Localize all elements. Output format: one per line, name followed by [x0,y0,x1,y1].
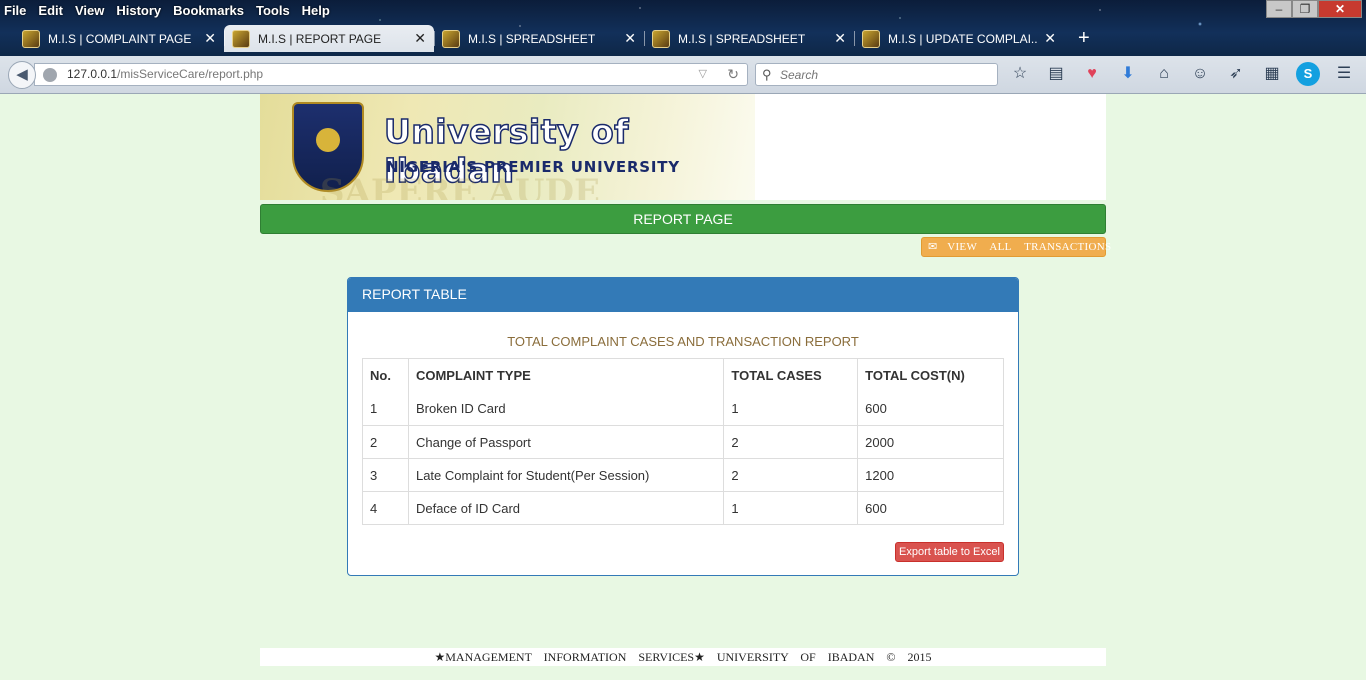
tab-title: M.I.S | SPREADSHEET [468,31,596,46]
home-icon[interactable]: ⌂ [1152,62,1176,86]
menu-bar: File Edit View History Bookmarks Tools H… [4,2,330,20]
tab-spreadsheet[interactable]: M.I.S | SPREADSHEET ✕ [434,25,644,52]
back-arrow-icon: ◀ [16,66,28,83]
minimize-button[interactable]: – [1266,0,1292,18]
menu-help[interactable]: Help [302,2,330,20]
table-row: 3 Late Complaint for Student(Per Session… [362,458,1004,492]
page-footer: ★MANAGEMENT INFORMATION SERVICES★ UNIVER… [260,648,1106,666]
menu-tools[interactable]: Tools [256,2,290,20]
close-tab-icon[interactable]: ✕ [204,30,216,47]
menu-history[interactable]: History [116,2,161,20]
table-cell: 1 [362,392,409,426]
new-tab-button[interactable]: + [1078,25,1090,52]
close-tab-icon[interactable]: ✕ [414,30,426,47]
table-cell: 1 [723,491,859,525]
history-dropdown-icon[interactable]: ▽ [699,67,707,80]
table-cell: 2000 [857,425,1004,459]
browser-chrome: File Edit View History Bookmarks Tools H… [0,0,1366,94]
restore-button[interactable]: ❐ [1292,0,1318,18]
close-tab-icon[interactable]: ✕ [624,30,636,47]
reload-icon[interactable]: ↻ [727,66,739,83]
table-cell: Deface of ID Card [407,491,725,525]
page-content: University of Ibadan NIGERIA'S PREMIER U… [0,94,1366,680]
table-cell: 2 [723,458,859,492]
tab-strip: M.I.S | COMPLAINT PAGE ✕ M.I.S | REPORT … [14,25,1090,52]
menu-bookmarks[interactable]: Bookmarks [173,2,244,20]
site-banner: University of Ibadan NIGERIA'S PREMIER U… [260,94,1106,200]
tab-title: M.I.S | COMPLAINT PAGE [48,31,192,46]
ui-crest-favicon-icon [22,29,40,48]
table-cell: Broken ID Card [407,392,725,426]
download-icon[interactable]: ⬇ [1116,62,1140,86]
navigation-toolbar: 127.0.0.1/misServiceCare/report.php ▽ ↻ … [0,56,1366,94]
view-all-label: VIEW ALL TRANSACTIONS [947,241,1112,253]
site-identity-icon[interactable] [43,68,57,82]
table-row: 4 Deface of ID Card 1 600 [362,491,1004,525]
table-header-row: No. COMPLAINT TYPE TOTAL CASES TOTAL COS… [362,358,1004,393]
close-tab-icon[interactable]: ✕ [1044,30,1056,47]
table-caption: TOTAL COMPLAINT CASES AND TRANSACTION RE… [507,334,859,349]
table-row: 1 Broken ID Card 1 600 [362,392,1004,426]
column-header: TOTAL COST(N) [857,358,1004,393]
tab-spreadsheet-2[interactable]: M.I.S | SPREADSHEET ✕ [644,25,854,52]
view-all-transactions-button[interactable]: ✉ VIEW ALL TRANSACTIONS [921,237,1111,257]
table-cell: 2 [723,425,859,459]
pocket-icon[interactable]: ♥ [1080,62,1104,86]
url-path: /misServiceCare/report.php [117,67,264,81]
skype-icon[interactable]: S [1296,62,1320,86]
table-cell: 3 [362,458,409,492]
tab-title: M.I.S | UPDATE COMPLAI... [888,31,1039,46]
banner-image: University of Ibadan NIGERIA'S PREMIER U… [260,94,755,200]
search-icon: ⚲ [762,67,772,82]
page-title: REPORT PAGE [260,204,1106,234]
window-controls: – ❐ ✕ [1266,0,1362,18]
grid-icon[interactable]: ▦ [1260,62,1284,86]
tab-report-page[interactable]: M.I.S | REPORT PAGE ✕ [224,25,434,52]
table-row: 2 Change of Passport 2 2000 [362,425,1004,459]
tab-title: M.I.S | SPREADSHEET [678,31,806,46]
tab-update-complaint[interactable]: M.I.S | UPDATE COMPLAI... ✕ [854,25,1064,52]
ui-crest-favicon-icon [652,29,670,48]
table-cell: 2 [362,425,409,459]
panel-title: REPORT TABLE [348,278,1018,312]
bookmark-star-icon[interactable]: ☆ [1008,62,1032,86]
reading-list-icon[interactable]: ▤ [1044,62,1068,86]
search-bar[interactable]: ⚲ [755,63,998,86]
ui-crest-favicon-icon [862,29,880,48]
column-header: COMPLAINT TYPE [407,358,725,393]
table-cell: 4 [362,491,409,525]
table-cell: 600 [857,392,1004,426]
close-window-button[interactable]: ✕ [1318,0,1362,18]
close-tab-icon[interactable]: ✕ [834,30,846,47]
back-button[interactable]: ◀ [8,61,36,89]
column-header: TOTAL CASES [723,358,859,393]
table-cell: Change of Passport [407,425,725,459]
ui-crest-favicon-icon [232,29,250,48]
envelope-icon: ✉ [928,241,938,253]
column-header: No. [362,358,409,393]
search-input[interactable] [780,66,980,84]
menu-edit[interactable]: Edit [38,2,63,20]
table-cell: 1 [723,392,859,426]
report-table: No. COMPLAINT TYPE TOTAL CASES TOTAL COS… [362,358,1004,525]
table-cell: Late Complaint for Student(Per Session) [407,458,725,492]
toolbar-icons: ☆ ▤ ♥ ⬇ ⌂ ☺ ➶ ▦ S ☰ [1008,62,1356,86]
table-cell: 600 [857,491,1004,525]
send-icon[interactable]: ➶ [1224,62,1248,86]
url-text: 127.0.0.1/misServiceCare/report.php [67,67,263,81]
tab-title: M.I.S | REPORT PAGE [258,31,382,46]
url-bar[interactable]: 127.0.0.1/misServiceCare/report.php ▽ ↻ [34,63,748,86]
url-host: 127.0.0.1 [67,67,118,81]
crest-motto-watermark: SAPERE AUDE [320,172,600,200]
emoji-icon[interactable]: ☺ [1188,62,1212,86]
tab-complaint-page[interactable]: M.I.S | COMPLAINT PAGE ✕ [14,25,224,52]
table-cell: 1200 [857,458,1004,492]
hamburger-menu-icon[interactable]: ☰ [1332,62,1356,86]
ui-crest-favicon-icon [442,29,460,48]
export-excel-button[interactable]: Export table to Excel [895,542,1004,562]
menu-view[interactable]: View [75,2,104,20]
report-panel: REPORT TABLE TOTAL COMPLAINT CASES AND T… [347,277,1019,576]
menu-file[interactable]: File [4,2,26,20]
